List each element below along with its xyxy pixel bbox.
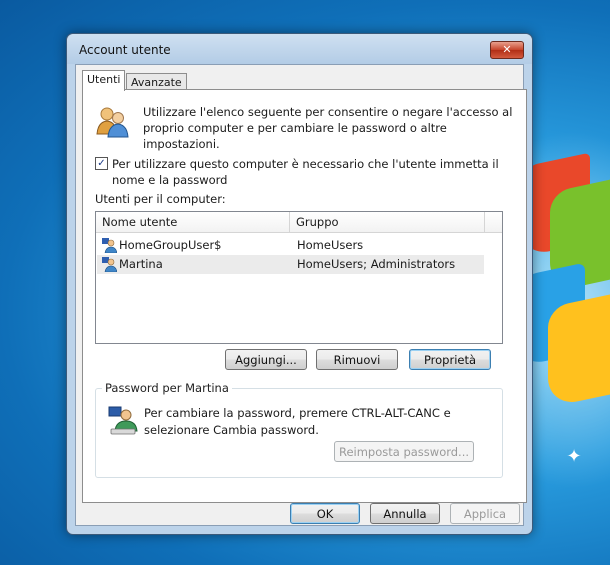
close-icon: ✕ xyxy=(502,43,512,56)
users-list-label: Utenti per il computer: xyxy=(95,192,226,206)
intro-text: Utilizzare l'elenco seguente per consent… xyxy=(143,105,513,151)
checkmark-icon: ✓ xyxy=(97,158,106,169)
window-title: Account utente xyxy=(79,43,171,57)
title-bar[interactable]: Account utente ✕ xyxy=(67,34,532,64)
require-login-label[interactable]: Per utilizzare questo computer è necessa… xyxy=(112,156,512,188)
reset-password-button[interactable]: Reimposta password... xyxy=(334,441,474,462)
password-group-title: Password per Martina xyxy=(102,381,232,395)
cancel-button[interactable]: Annulla xyxy=(370,503,440,524)
user-name: HomeGroupUser$ xyxy=(119,238,222,252)
list-header: Nome utente Gruppo xyxy=(96,212,502,233)
dialog-client-area: Utenti Avanzate Utilizzare l'elenco segu… xyxy=(75,64,527,526)
table-row[interactable]: HomeGroupUser$ HomeUsers xyxy=(97,236,484,255)
sparkle-icon: ✦ xyxy=(566,446,582,467)
properties-button[interactable]: Proprietà xyxy=(409,349,491,370)
user-keyboard-icon xyxy=(108,406,138,435)
user-name: Martina xyxy=(119,257,163,271)
apply-button[interactable]: Applica xyxy=(450,503,520,524)
add-user-button[interactable]: Aggiungi... xyxy=(225,349,307,370)
close-button[interactable]: ✕ xyxy=(490,41,524,59)
column-header-gruppo[interactable]: Gruppo xyxy=(290,212,485,232)
user-accounts-dialog: Account utente ✕ Utenti Avanzate Utilizz… xyxy=(66,33,533,535)
remove-user-button[interactable]: Rimuovi xyxy=(316,349,398,370)
user-group: HomeUsers; Administrators xyxy=(297,257,456,271)
user-group: HomeUsers xyxy=(297,238,364,252)
password-groupbox: Password per Martina Per cambiare la pas… xyxy=(95,381,503,478)
column-header-nome-utente[interactable]: Nome utente xyxy=(96,212,290,232)
user-icon xyxy=(102,257,117,272)
require-login-checkbox[interactable]: ✓ xyxy=(95,157,108,170)
ok-button[interactable]: OK xyxy=(290,503,360,524)
tab-panel-utenti: Utilizzare l'elenco seguente per consent… xyxy=(82,89,527,503)
password-instructions: Per cambiare la password, premere CTRL-A… xyxy=(144,406,451,437)
tab-utenti[interactable]: Utenti xyxy=(82,70,126,91)
table-row[interactable]: Martina HomeUsers; Administrators xyxy=(97,255,484,274)
windows-logo-yellow-pane xyxy=(548,292,610,408)
users-listview[interactable]: Nome utente Gruppo HomeGroupUser$ HomeUs… xyxy=(95,211,503,344)
users-icon xyxy=(96,107,129,138)
user-icon xyxy=(102,238,117,253)
